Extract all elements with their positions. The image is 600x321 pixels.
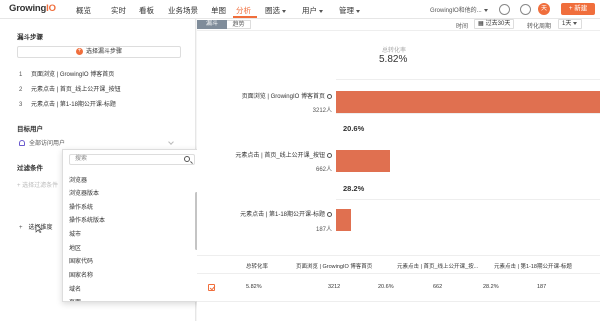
conversion-window-label: 转化周期 xyxy=(527,24,552,30)
table-header: 元素点击 | 第1-18期公开课-标题 xyxy=(494,264,572,270)
funnel-step-label: 页面浏览 | GrowingIO 博客首页 xyxy=(206,91,332,100)
funnel-step-label: 元素点击 | 第1-18期公开课-标题 xyxy=(206,209,332,218)
target-users-title: 目标用户 xyxy=(17,126,43,133)
funnel-step-count: 662人 xyxy=(315,167,332,173)
dimension-dropdown: 搜索 浏览器 浏览器版本 操作系统 操作系统版本 城市 地区 国家代码 国家名称… xyxy=(62,149,201,302)
chart-gridline xyxy=(336,199,600,200)
dropdown-item[interactable]: 城市 xyxy=(69,229,81,238)
dropdown-item[interactable]: 浏览器 xyxy=(69,175,87,184)
project-selector[interactable]: GrowingIO和他的... xyxy=(430,5,488,14)
top-nav: GrowingIO 概览 实时 看板 业务场景 单图 分析 圈选 用户 管理 G… xyxy=(0,0,600,19)
table-cell: 3212 xyxy=(328,284,341,290)
chart-gridline xyxy=(336,79,600,80)
filter-title: 过滤条件 xyxy=(17,165,43,172)
add-funnel-step-button[interactable]: + 选择漏斗步骤 xyxy=(17,46,181,58)
chart-gridline xyxy=(336,113,600,114)
funnel-step-count: 187人 xyxy=(315,227,332,233)
table-cell: 187 xyxy=(537,284,547,290)
table-cell: 28.2% xyxy=(483,284,499,290)
avatar[interactable]: 天 xyxy=(538,3,550,15)
tab-funnel[interactable]: 漏斗 xyxy=(197,20,227,29)
funnel-step-label: 元素点击 | 首页_线上公开课_按钮 xyxy=(206,150,332,159)
funnel-bar[interactable] xyxy=(336,209,351,231)
dropdown-item[interactable]: 浏览器版本 xyxy=(69,188,99,197)
dropdown-item[interactable]: 地区 xyxy=(69,243,81,252)
search-icon[interactable] xyxy=(184,156,190,162)
tab-trend[interactable]: 趋势 xyxy=(227,20,251,29)
plus-icon: + xyxy=(75,47,83,55)
notification-icon[interactable] xyxy=(520,4,531,15)
funnel-bar[interactable] xyxy=(336,150,390,172)
step-conversion-rate: 28.2% xyxy=(343,184,365,193)
chevron-down-icon[interactable] xyxy=(168,139,174,145)
table-divider xyxy=(197,273,600,274)
table-cell: 20.6% xyxy=(378,284,394,290)
table-header: 总转化率 xyxy=(246,264,269,270)
new-button[interactable]: + 新建 xyxy=(561,3,595,15)
conversion-window-select[interactable]: 1天 xyxy=(558,19,582,29)
nav-single-chart[interactable]: 单图 xyxy=(211,5,226,16)
dropdown-item[interactable]: 国家名称 xyxy=(69,270,93,279)
nav-analysis[interactable]: 分析 xyxy=(236,5,251,16)
table-divider xyxy=(197,301,600,302)
table-cell: 5.82% xyxy=(246,284,262,290)
table-divider xyxy=(197,255,600,256)
nav-realtime[interactable]: 实时 xyxy=(111,5,126,16)
help-icon[interactable] xyxy=(499,4,510,15)
plus-icon: + xyxy=(19,225,23,231)
overall-conversion-label: 总转化率 xyxy=(382,48,407,54)
step-conversion-rate: 20.6% xyxy=(343,124,365,133)
funnel-step-3[interactable]: 3 元素点击 | 第1-18期公开课-标题 xyxy=(19,99,116,108)
funnel-analysis-main: 漏斗 趋势 时间 ▦ 过去30天 转化周期 1天 总转化率 5.82% 页面浏览 … xyxy=(197,19,600,321)
dropdown-item[interactable]: 域名 xyxy=(69,284,81,293)
mouse-cursor-icon xyxy=(35,224,43,233)
overall-conversion-value: 5.82% xyxy=(379,54,408,65)
chevron-down-icon xyxy=(319,9,323,13)
chevron-down-icon xyxy=(282,9,286,13)
info-icon[interactable] xyxy=(327,93,332,99)
add-filter-button[interactable]: + 选择过滤条件 xyxy=(17,180,58,189)
analysis-toolbar: 漏斗 趋势 时间 ▦ 过去30天 转化周期 1天 xyxy=(197,19,600,31)
dropdown-item[interactable]: 操作系统 xyxy=(69,202,93,211)
nav-manage[interactable]: 管理 xyxy=(339,5,360,16)
dropdown-item[interactable]: 国家代码 xyxy=(69,256,93,265)
funnel-bar[interactable] xyxy=(336,91,600,113)
time-range-select[interactable]: ▦ 过去30天 xyxy=(474,19,515,29)
dropdown-item[interactable]: 操作系统版本 xyxy=(69,215,105,224)
time-label: 时间 xyxy=(456,24,469,30)
nav-circle-select[interactable]: 圈选 xyxy=(265,5,286,16)
chevron-down-icon xyxy=(356,9,360,13)
funnel-step-2[interactable]: 2 元素点击 | 首页_线上公开课_按钮 xyxy=(19,84,121,93)
nav-overview[interactable]: 概览 xyxy=(76,5,91,16)
chevron-down-icon xyxy=(483,8,488,12)
growingio-logo[interactable]: GrowingIO xyxy=(9,3,56,14)
dimension-search-input[interactable]: 搜索 xyxy=(69,154,195,165)
funnel-step-1[interactable]: 1 页面浏览 | GrowingIO 博客首页 xyxy=(19,69,114,78)
target-users-select[interactable]: 全部访问用户 xyxy=(19,138,65,147)
table-header: 页面浏览 | GrowingIO 博客首页 xyxy=(296,264,373,270)
user-icon xyxy=(19,140,25,147)
table-cell: 662 xyxy=(433,284,443,290)
dropdown-item[interactable]: 页面 xyxy=(69,297,81,301)
funnel-steps-title: 漏斗步骤 xyxy=(17,34,43,41)
nav-business-scenes[interactable]: 业务场景 xyxy=(168,5,198,16)
nav-dashboard[interactable]: 看板 xyxy=(139,5,154,16)
row-checkbox[interactable] xyxy=(208,284,215,291)
chevron-down-icon xyxy=(573,21,578,25)
table-header: 元素点击 | 首页_线上公开课_按... xyxy=(397,264,479,270)
funnel-step-count: 3212人 xyxy=(312,108,332,114)
nav-users[interactable]: 用户 xyxy=(302,5,323,16)
nav-active-underline xyxy=(233,16,257,18)
info-icon[interactable] xyxy=(327,152,332,158)
info-icon[interactable] xyxy=(327,211,332,217)
calendar-icon: ▦ xyxy=(478,21,484,27)
